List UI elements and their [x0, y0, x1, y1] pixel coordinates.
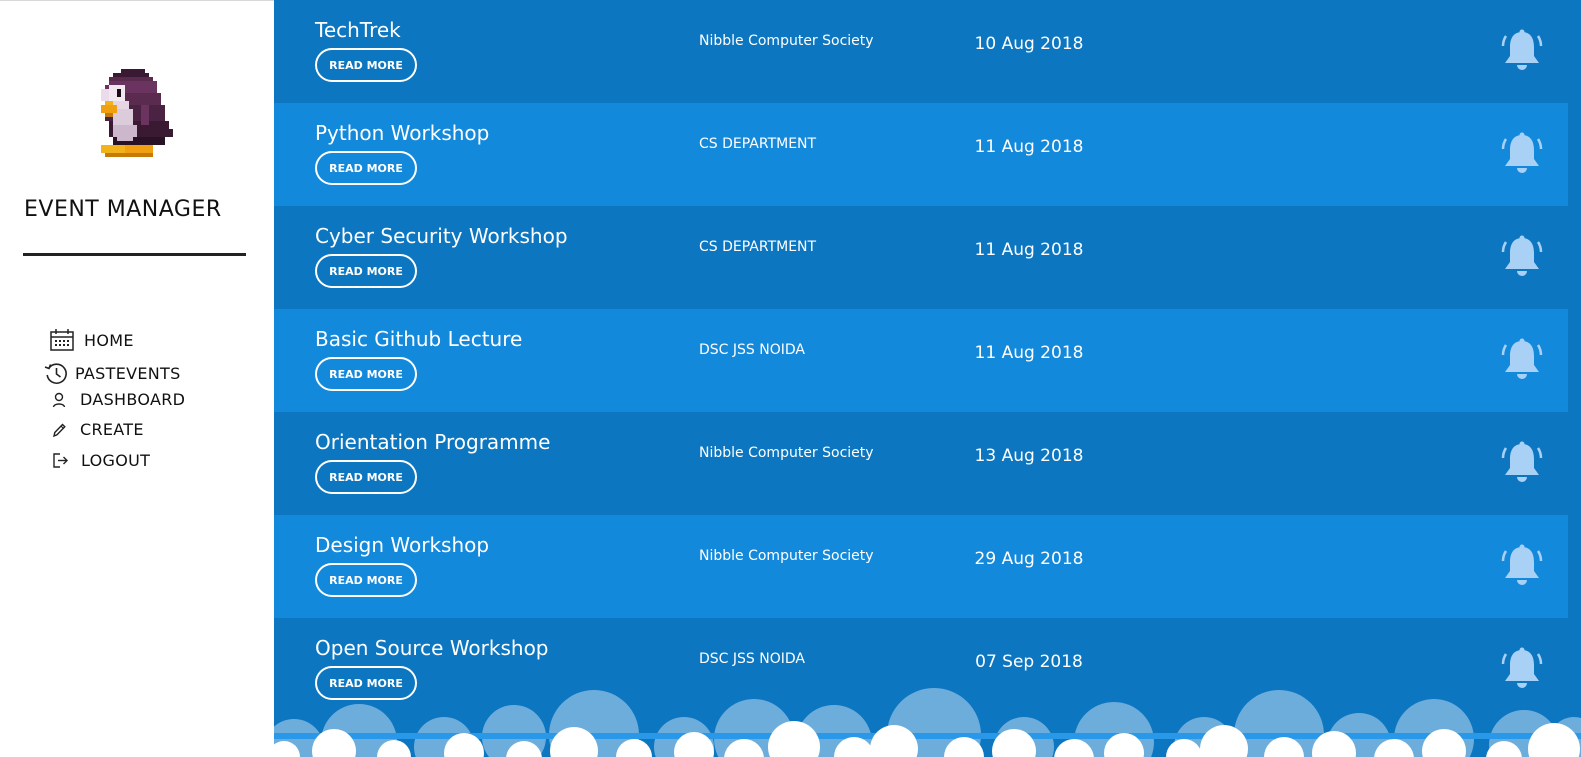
bell-icon[interactable] [1500, 543, 1544, 589]
read-more-button[interactable]: READ MORE [315, 563, 417, 597]
app-root: EVENT MANAGER HOME PASTEVENTS DASHBOARD … [0, 0, 1581, 757]
bell-icon[interactable] [1500, 234, 1544, 280]
event-row: Orientation Programme READ MORE Nibble C… [274, 412, 1568, 515]
read-more-button[interactable]: READ MORE [315, 460, 417, 494]
event-date: 07 Sep 2018 [975, 652, 1083, 672]
penguin-logo [97, 69, 177, 157]
event-organizer: CS DEPARTMENT [699, 136, 817, 152]
event-name: Python Workshop [315, 121, 490, 145]
user-icon [52, 392, 66, 408]
bell-icon[interactable] [1500, 28, 1544, 74]
nav-pastevents[interactable]: PASTEVENTS [44, 361, 181, 386]
bell-icon[interactable] [1500, 337, 1544, 383]
event-name: Design Workshop [315, 533, 490, 557]
nav-home[interactable]: HOME [50, 329, 134, 351]
event-row: TechTrek READ MORE Nibble Computer Socie… [274, 0, 1568, 103]
nav-create-label: CREATE [80, 420, 144, 439]
nav-logout[interactable]: LOGOUT [52, 451, 150, 470]
nav-dashboard-label: DASHBOARD [80, 390, 186, 409]
event-organizer: Nibble Computer Society [699, 548, 874, 564]
read-more-button[interactable]: READ MORE [315, 151, 417, 185]
cloud-decoration [274, 687, 1581, 757]
event-row: Basic Github Lecture READ MORE DSC JSS N… [274, 309, 1568, 412]
event-date: 11 Aug 2018 [974, 137, 1084, 157]
nav-dashboard[interactable]: DASHBOARD [52, 390, 185, 409]
title-divider [23, 253, 246, 256]
event-name: Basic Github Lecture [315, 327, 523, 351]
read-more-button[interactable]: READ MORE [315, 254, 417, 288]
app-title: EVENT MANAGER [24, 197, 222, 222]
event-name: Orientation Programme [315, 430, 551, 454]
nav-pastevents-label: PASTEVENTS [75, 364, 181, 383]
bell-icon[interactable] [1500, 131, 1544, 177]
event-date: 10 Aug 2018 [974, 34, 1084, 54]
logout-icon [52, 452, 69, 469]
read-more-button[interactable]: READ MORE [315, 48, 417, 82]
event-date: 11 Aug 2018 [974, 240, 1084, 260]
event-name: Cyber Security Workshop [315, 224, 568, 248]
event-organizer: Nibble Computer Society [699, 33, 874, 49]
nav-home-label: HOME [84, 330, 134, 350]
nav-logout-label: LOGOUT [81, 451, 151, 470]
read-more-button[interactable]: READ MORE [315, 357, 417, 391]
event-organizer: DSC JSS NOIDA [699, 651, 805, 667]
event-date: 13 Aug 2018 [974, 446, 1084, 466]
event-name: TechTrek [315, 18, 401, 42]
pencil-icon [52, 422, 66, 438]
sidebar: EVENT MANAGER HOME PASTEVENTS DASHBOARD … [0, 0, 275, 757]
event-row: Cyber Security Workshop READ MORE CS DEP… [274, 206, 1568, 309]
calendar-icon [50, 329, 74, 351]
bell-icon[interactable] [1500, 646, 1544, 692]
event-date: 29 Aug 2018 [974, 549, 1084, 569]
event-organizer: Nibble Computer Society [699, 445, 874, 461]
event-row: Design Workshop READ MORE Nibble Compute… [274, 515, 1568, 618]
event-list: TechTrek READ MORE Nibble Computer Socie… [274, 0, 1581, 757]
bell-icon[interactable] [1500, 440, 1544, 486]
event-name: Open Source Workshop [315, 636, 549, 660]
event-row: Python Workshop READ MORE CS DEPARTMENT … [274, 103, 1568, 206]
event-organizer: DSC JSS NOIDA [699, 342, 805, 358]
nav-create[interactable]: CREATE [52, 420, 144, 439]
history-icon [44, 361, 69, 386]
event-organizer: CS DEPARTMENT [699, 239, 817, 255]
event-date: 11 Aug 2018 [974, 343, 1084, 363]
